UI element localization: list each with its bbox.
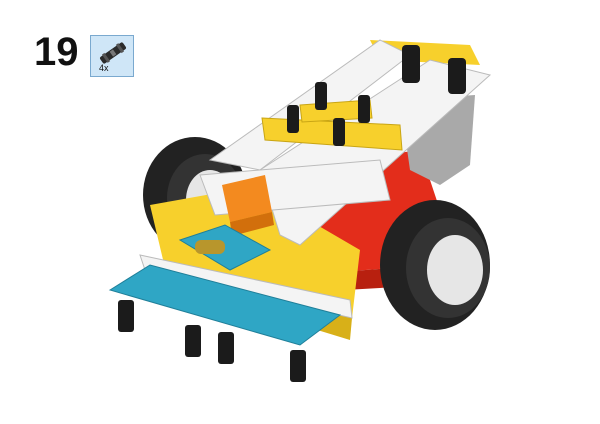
robot-car-model — [108, 39, 492, 382]
front-right-wheel — [380, 200, 490, 330]
